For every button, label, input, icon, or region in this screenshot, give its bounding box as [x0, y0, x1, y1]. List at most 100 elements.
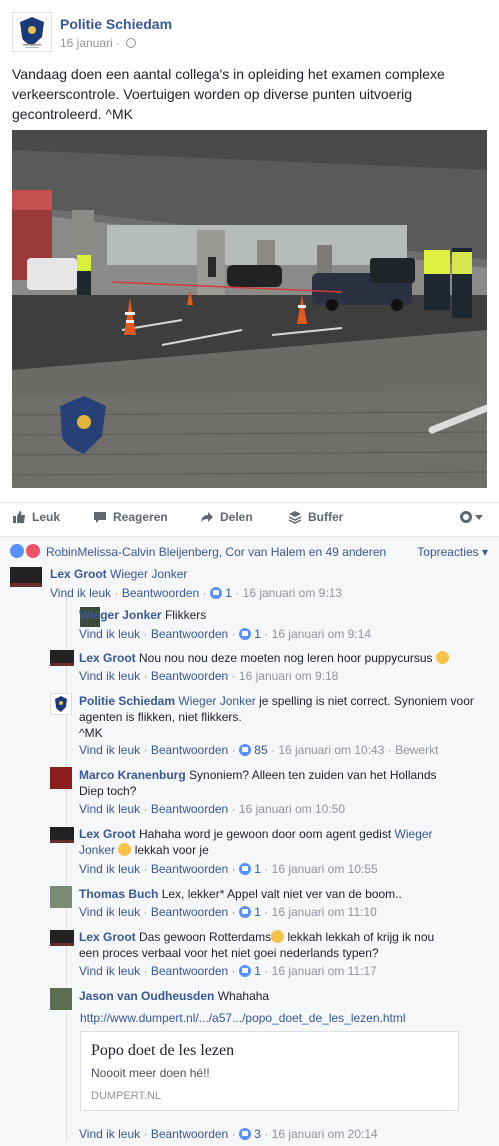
shared-link-url[interactable]: http://www.dumpert.nl/.../a57.../popo_do… [80, 1011, 406, 1025]
avatar[interactable] [10, 567, 42, 587]
action-bar: Leuk Reageren Delen Buffer [0, 502, 499, 532]
link-preview-card[interactable]: Popo doet de les lezen Noooit meer doen … [80, 1031, 459, 1111]
globe-dropdown-icon [460, 511, 483, 523]
comment-icon [94, 512, 106, 523]
reactions-bar[interactable]: RobinMelissa-Calvin Bleijenberg, Cor van… [10, 543, 490, 561]
like-count-icon [238, 628, 251, 640]
like-reaction-icon [10, 544, 24, 558]
comment-author[interactable]: Marco Kranenburg [79, 768, 186, 782]
link-preview-title[interactable]: Popo doet de les lezen [91, 1042, 234, 1060]
avatar[interactable] [50, 693, 72, 715]
thumbs-up-icon [13, 511, 25, 523]
comment-text: Lex, lekker* Appel valt niet ver van de … [161, 887, 402, 901]
comment-author[interactable]: Lex Groot [79, 930, 136, 944]
top-reactions-dropdown[interactable]: Topreacties ▾ [417, 545, 488, 559]
buffer-button[interactable]: Buffer [288, 510, 343, 524]
comment-author[interactable]: Jason van Oudheusden [79, 989, 214, 1003]
comment-like-link[interactable]: Vind ik leuk [79, 802, 140, 816]
comment-author[interactable]: Politie Schiedam [79, 694, 175, 708]
comment-reply-link[interactable]: Beantwoorden [151, 743, 228, 757]
comment-body: Lex Groot Das gewoon Rotterdams lekkah l… [79, 929, 454, 961]
comment-author[interactable]: Lex Groot [50, 567, 107, 581]
comment-like-count[interactable]: 1 [254, 964, 261, 978]
comment-author[interactable]: Lex Groot [79, 651, 136, 665]
reactors-list[interactable]: RobinMelissa-Calvin Bleijenberg, Cor van… [46, 545, 386, 559]
comment-actions: Vind ik leuk · Beantwoorden · 1 · 16 jan… [79, 964, 377, 978]
comment-timestamp[interactable]: 16 januari om 10:50 [239, 802, 345, 816]
comment-timestamp[interactable]: 16 januari om 9:18 [239, 669, 338, 683]
link-preview-description: Noooit meer doen hé!! [91, 1066, 210, 1080]
comment-reply-link[interactable]: Beantwoorden [151, 1127, 228, 1141]
edited-label[interactable]: Bewerkt [395, 743, 438, 757]
comment-like-count[interactable]: 85 [254, 743, 267, 757]
comment-timestamp[interactable]: 16 januari om 11:10 [272, 905, 377, 919]
comment-like-count[interactable]: 3 [254, 1127, 261, 1141]
avatar[interactable] [50, 930, 74, 946]
comment-reply-link[interactable]: Beantwoorden [151, 669, 228, 683]
post-photo[interactable] [12, 130, 487, 488]
comment-author[interactable]: Thomas Buch [79, 887, 158, 901]
comment-body: Thomas Buch Lex, lekker* Appel valt niet… [79, 886, 489, 902]
comment-like-link[interactable]: Vind ik leuk [79, 669, 140, 683]
comment-actions: Vind ik leuk · Beantwoorden · 85 · 16 ja… [79, 743, 439, 757]
avatar[interactable] [50, 827, 74, 843]
comment-timestamp[interactable]: 16 januari om 11:17 [272, 964, 377, 978]
comment-reply-link[interactable]: Beantwoorden [151, 627, 228, 641]
comment-like-link[interactable]: Vind ik leuk [79, 1127, 140, 1141]
comment-like-count[interactable]: 1 [254, 905, 261, 919]
comment-like-link[interactable]: Vind ik leuk [79, 964, 140, 978]
comment-mention[interactable]: Wieger Jonker [178, 694, 255, 708]
comment-like-link[interactable]: Vind ik leuk [50, 586, 111, 600]
avatar[interactable] [50, 886, 72, 908]
comment-author[interactable]: Lex Groot [79, 827, 136, 841]
comment-text: Flikkers [164, 608, 207, 622]
laughing-emoji-icon [435, 651, 449, 664]
page-avatar[interactable] [12, 12, 52, 52]
comment-signature: ^MK [79, 726, 103, 740]
comment-like-link[interactable]: Vind ik leuk [79, 905, 140, 919]
comment-timestamp[interactable]: 16 januari om 20:14 [272, 1127, 378, 1141]
comment-timestamp[interactable]: 16 januari om 9:14 [272, 627, 371, 641]
avatar[interactable] [50, 767, 72, 789]
love-reaction-icon [26, 544, 40, 558]
like-count-icon [238, 863, 251, 875]
comment-text: Whahaha [217, 989, 270, 1003]
avatar[interactable] [50, 650, 74, 666]
post-text: Vandaag doen een aantal collega's in opl… [12, 66, 445, 122]
comment-mention[interactable]: Wieger Jonker [110, 567, 187, 581]
audience-selector[interactable] [459, 510, 485, 527]
comment-actions: Vind ik leuk · Beantwoorden · 1 · 16 jan… [79, 905, 377, 919]
comments-section: RobinMelissa-Calvin Bleijenberg, Cor van… [0, 536, 499, 1146]
like-count-icon [209, 587, 222, 599]
comment-like-count[interactable]: 1 [254, 862, 261, 876]
post-date[interactable]: 16 januari [60, 36, 113, 50]
like-count-icon [238, 1128, 251, 1140]
like-count-icon [238, 965, 251, 977]
comment-reply-link[interactable]: Beantwoorden [122, 586, 199, 600]
comment-timestamp[interactable]: 16 januari om 9:13 [243, 586, 342, 600]
comment-reply-link[interactable]: Beantwoorden [151, 964, 228, 978]
share-button[interactable]: Delen [200, 510, 253, 524]
comment-reply-link[interactable]: Beantwoorden [151, 802, 228, 816]
reply-thread-line [66, 597, 67, 1142]
comment-reply-link[interactable]: Beantwoorden [151, 905, 228, 919]
comment-like-link[interactable]: Vind ik leuk [79, 862, 140, 876]
comment-like-count[interactable]: 1 [225, 586, 232, 600]
avatar[interactable] [50, 988, 72, 1010]
comment-actions: Vind ik leuk · Beantwoorden · 16 januari… [79, 802, 345, 816]
share-icon [201, 512, 213, 522]
comment-text: Nou nou nou deze moeten nog leren hoor p… [139, 651, 433, 665]
like-count-icon [238, 906, 251, 918]
comment-timestamp[interactable]: 16 januari om 10:43 [278, 743, 384, 757]
page-name[interactable]: Politie Schiedam [60, 16, 172, 32]
comment-like-link[interactable]: Vind ik leuk [79, 627, 140, 641]
comment-timestamp[interactable]: 16 januari om 10:55 [272, 862, 378, 876]
comment-like-link[interactable]: Vind ik leuk [79, 743, 140, 757]
comment-author[interactable]: Wieger Jonker [79, 608, 162, 622]
comment-body: Lex Groot Nou nou nou deze moeten nog le… [79, 650, 489, 666]
comment-like-count[interactable]: 1 [254, 627, 261, 641]
comment-button[interactable]: Reageren [93, 510, 168, 524]
comment-reply-link[interactable]: Beantwoorden [151, 862, 228, 876]
laughing-emoji-icon [271, 930, 285, 943]
like-button[interactable]: Leuk [12, 510, 60, 524]
